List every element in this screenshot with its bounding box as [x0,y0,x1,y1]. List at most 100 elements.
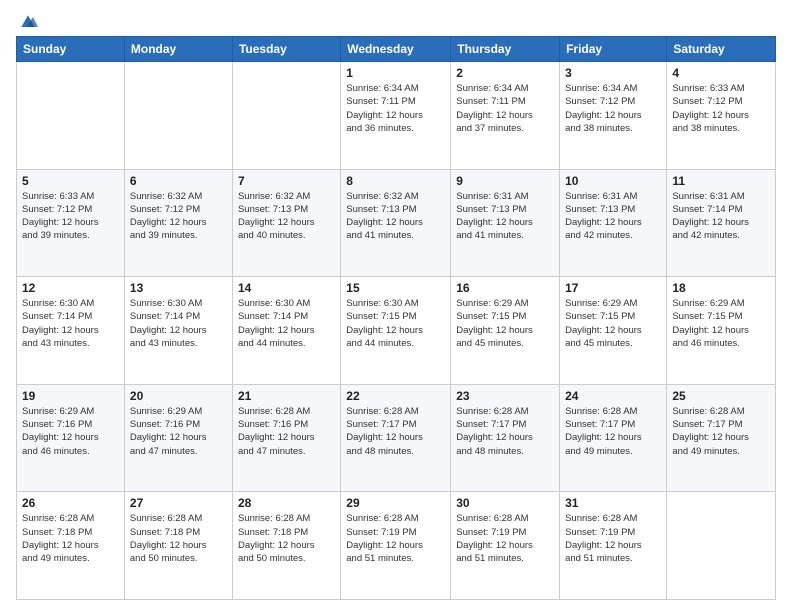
calendar-day-cell: 14 Sunrise: 6:30 AM Sunset: 7:14 PM Dayli… [232,277,340,385]
calendar-day-cell: 10Sunrise: 6:31 AM Sunset: 7:13 PM Dayli… [560,169,667,277]
day-number: 30 [456,496,554,510]
day-info: Sunrise: 6:28 AM Sunset: 7:18 PM Dayligh… [130,512,227,565]
logo [16,12,38,28]
day-info: Sunrise: 6:31 AM Sunset: 7:14 PM Dayligh… [672,190,770,243]
calendar-day-cell: 26Sunrise: 6:28 AM Sunset: 7:18 PM Dayli… [17,492,125,600]
day-number: 19 [22,389,119,403]
day-of-week-header: Friday [560,37,667,62]
day-number: 14 [238,281,335,295]
day-number: 17 [565,281,661,295]
day-number: 20 [130,389,227,403]
calendar-day-cell: 4 Sunrise: 6:33 AM Sunset: 7:12 PM Daylig… [667,62,776,170]
day-info: Sunrise: 6:28 AM Sunset: 7:17 PM Dayligh… [456,405,554,458]
calendar-day-cell: 22 Sunrise: 6:28 AM Sunset: 7:17 PM Dayli… [341,384,451,492]
calendar-day-cell: 27 Sunrise: 6:28 AM Sunset: 7:18 PM Dayli… [124,492,232,600]
day-info: Sunrise: 6:28 AM Sunset: 7:16 PM Dayligh… [238,405,335,458]
day-number: 10 [565,174,661,188]
day-number: 15 [346,281,445,295]
day-info: Sunrise: 6:32 AM Sunset: 7:13 PM Dayligh… [238,190,335,243]
day-number: 16 [456,281,554,295]
day-number: 4 [672,66,770,80]
day-info: Sunrise: 6:28 AM Sunset: 7:19 PM Dayligh… [456,512,554,565]
calendar-day-cell: 17 Sunrise: 6:29 AM Sunset: 7:15 PM Dayli… [560,277,667,385]
day-info: Sunrise: 6:32 AM Sunset: 7:12 PM Dayligh… [130,190,227,243]
day-number: 24 [565,389,661,403]
day-number: 27 [130,496,227,510]
day-info: Sunrise: 6:30 AM Sunset: 7:14 PM Dayligh… [22,297,119,350]
day-of-week-header: Saturday [667,37,776,62]
calendar-day-cell: 28 Sunrise: 6:28 AM Sunset: 7:18 PM Dayli… [232,492,340,600]
day-info: Sunrise: 6:30 AM Sunset: 7:14 PM Dayligh… [238,297,335,350]
day-number: 29 [346,496,445,510]
day-number: 28 [238,496,335,510]
calendar-day-cell: 2 Sunrise: 6:34 AM Sunset: 7:11 PM Daylig… [451,62,560,170]
day-number: 13 [130,281,227,295]
calendar-day-cell: 31Sunrise: 6:28 AM Sunset: 7:19 PM Dayli… [560,492,667,600]
calendar-week-row: 26 Sunrise: 6:28 AM Sunset: 7:18 PM Dayli… [17,492,776,600]
day-number: 18 [672,281,770,295]
day-info: Sunrise: 6:28 AM Sunset: 7:19 PM Dayligh… [346,512,445,565]
day-of-week-header: Wednesday [341,37,451,62]
day-info: Sunrise: 6:33 AM Sunset: 7:12 PM Dayligh… [22,190,119,243]
calendar-day-cell: 21 Sunrise: 6:28 AM Sunset: 7:16 PM Dayli… [232,384,340,492]
calendar-table: SundayMondayTuesdayWednesdayThursdayFrid… [16,36,776,600]
day-number: 5 [22,174,119,188]
calendar-day-cell: 5 Sunrise: 6:33 AM Sunset: 7:12 PM Daylig… [17,169,125,277]
day-of-week-header: Tuesday [232,37,340,62]
calendar-day-cell [17,62,125,170]
day-number: 23 [456,389,554,403]
calendar-day-cell: 18Sunrise: 6:29 AM Sunset: 7:15 PM Dayli… [667,277,776,385]
calendar-day-cell: 23 Sunrise: 6:28 AM Sunset: 7:17 PM Dayli… [451,384,560,492]
day-info: Sunrise: 6:31 AM Sunset: 7:13 PM Dayligh… [456,190,554,243]
day-info: Sunrise: 6:34 AM Sunset: 7:11 PM Dayligh… [456,82,554,135]
calendar-week-row: 1Sunrise: 6:34 AM Sunset: 7:11 PM Daylig… [17,62,776,170]
day-of-week-header: Sunday [17,37,125,62]
calendar-day-cell [667,492,776,600]
day-info: Sunrise: 6:34 AM Sunset: 7:11 PM Dayligh… [346,82,445,135]
day-info: Sunrise: 6:30 AM Sunset: 7:15 PM Dayligh… [346,297,445,350]
day-of-week-header: Thursday [451,37,560,62]
day-number: 8 [346,174,445,188]
day-info: Sunrise: 6:34 AM Sunset: 7:12 PM Dayligh… [565,82,661,135]
day-number: 31 [565,496,661,510]
day-info: Sunrise: 6:33 AM Sunset: 7:12 PM Dayligh… [672,82,770,135]
calendar-day-cell: 3Sunrise: 6:34 AM Sunset: 7:12 PM Daylig… [560,62,667,170]
calendar-day-cell: 6 Sunrise: 6:32 AM Sunset: 7:12 PM Daylig… [124,169,232,277]
day-info: Sunrise: 6:32 AM Sunset: 7:13 PM Dayligh… [346,190,445,243]
calendar-day-cell: 9Sunrise: 6:31 AM Sunset: 7:13 PM Daylig… [451,169,560,277]
calendar-day-cell: 1Sunrise: 6:34 AM Sunset: 7:11 PM Daylig… [341,62,451,170]
day-number: 22 [346,389,445,403]
day-number: 26 [22,496,119,510]
header [16,12,776,28]
day-info: Sunrise: 6:29 AM Sunset: 7:16 PM Dayligh… [130,405,227,458]
day-info: Sunrise: 6:28 AM Sunset: 7:17 PM Dayligh… [346,405,445,458]
calendar-day-cell: 15 Sunrise: 6:30 AM Sunset: 7:15 PM Dayli… [341,277,451,385]
calendar-day-cell: 24 Sunrise: 6:28 AM Sunset: 7:17 PM Dayli… [560,384,667,492]
calendar-day-cell: 25 Sunrise: 6:28 AM Sunset: 7:17 PM Dayli… [667,384,776,492]
day-info: Sunrise: 6:29 AM Sunset: 7:16 PM Dayligh… [22,405,119,458]
day-number: 2 [456,66,554,80]
logo-icon [18,12,38,32]
calendar-day-cell: 7 Sunrise: 6:32 AM Sunset: 7:13 PM Daylig… [232,169,340,277]
calendar-day-cell: 20 Sunrise: 6:29 AM Sunset: 7:16 PM Dayli… [124,384,232,492]
calendar-day-cell: 16 Sunrise: 6:29 AM Sunset: 7:15 PM Dayli… [451,277,560,385]
day-number: 7 [238,174,335,188]
day-info: Sunrise: 6:28 AM Sunset: 7:17 PM Dayligh… [672,405,770,458]
page: SundayMondayTuesdayWednesdayThursdayFrid… [0,0,792,612]
calendar-week-row: 5 Sunrise: 6:33 AM Sunset: 7:12 PM Daylig… [17,169,776,277]
day-number: 11 [672,174,770,188]
day-number: 6 [130,174,227,188]
calendar-day-cell: 29 Sunrise: 6:28 AM Sunset: 7:19 PM Dayli… [341,492,451,600]
calendar-day-cell: 12Sunrise: 6:30 AM Sunset: 7:14 PM Dayli… [17,277,125,385]
day-info: Sunrise: 6:28 AM Sunset: 7:17 PM Dayligh… [565,405,661,458]
calendar-day-cell [232,62,340,170]
day-info: Sunrise: 6:30 AM Sunset: 7:14 PM Dayligh… [130,297,227,350]
calendar-day-cell: 8 Sunrise: 6:32 AM Sunset: 7:13 PM Daylig… [341,169,451,277]
day-info: Sunrise: 6:29 AM Sunset: 7:15 PM Dayligh… [565,297,661,350]
calendar-day-cell: 13 Sunrise: 6:30 AM Sunset: 7:14 PM Dayli… [124,277,232,385]
day-number: 21 [238,389,335,403]
day-info: Sunrise: 6:28 AM Sunset: 7:18 PM Dayligh… [238,512,335,565]
day-info: Sunrise: 6:29 AM Sunset: 7:15 PM Dayligh… [456,297,554,350]
day-number: 25 [672,389,770,403]
calendar-week-row: 12Sunrise: 6:30 AM Sunset: 7:14 PM Dayli… [17,277,776,385]
